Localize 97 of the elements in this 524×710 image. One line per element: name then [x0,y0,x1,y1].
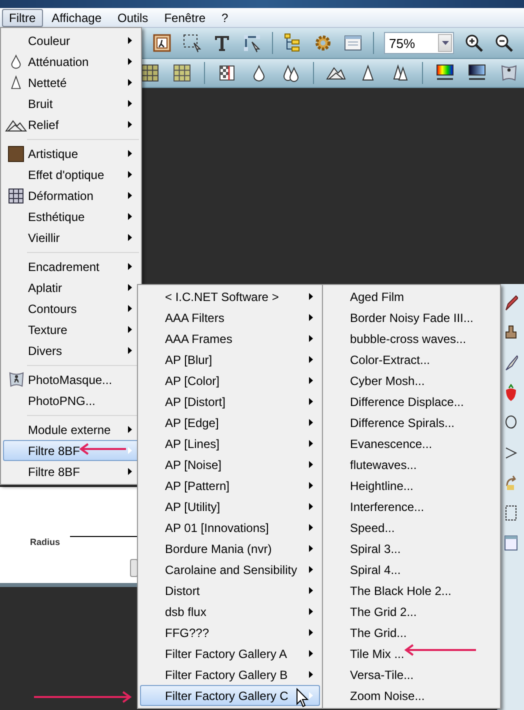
menu-item[interactable]: Cyber Mosh... [325,370,498,391]
grid-icon[interactable] [172,63,192,83]
menu-item[interactable]: Encadrement [3,256,139,277]
menu-item[interactable]: Tile Mix ... [325,643,498,664]
menu-item[interactable]: AP [Utility] [140,496,320,517]
window-icon[interactable] [343,33,363,53]
menu-item[interactable]: Spiral 4... [325,559,498,580]
menu-item[interactable]: < I.C.NET Software > [140,286,320,307]
menu-bar-item[interactable]: ? [214,8,236,26]
menu-item[interactable]: AP 01 [Innovations] [140,517,320,538]
menu-item[interactable]: Divers [3,340,139,361]
menu-item[interactable]: Aged Film [325,286,498,307]
menu-item[interactable]: Color-Extract... [325,349,498,370]
menu-item[interactable]: Filter Factory Gallery A [140,643,320,664]
menu-item[interactable]: Atténuation [3,51,139,72]
rainbow-icon[interactable] [435,63,455,83]
menu-item[interactable]: AP [Noise] [140,454,320,475]
menu-item[interactable]: Filtre 8BF [3,461,139,482]
selection-icon[interactable] [182,33,202,53]
menu-item[interactable]: Bruit [3,93,139,114]
grid-icon [8,188,24,204]
drop-icon [10,54,22,69]
menu-item[interactable]: Zoom Noise... [325,685,498,706]
menu-item[interactable]: Versa-Tile... [325,664,498,685]
menu-item[interactable]: AP [Lines] [140,433,320,454]
menu-item[interactable]: bubble-cross waves... [325,328,498,349]
menu-item[interactable]: Vieillir [3,227,139,248]
menu-item[interactable]: Interference... [325,496,498,517]
menu-item[interactable]: Difference Spirals... [325,412,498,433]
menu-item[interactable]: Texture [3,319,139,340]
menu-item[interactable]: Contours [3,298,139,319]
checker-icon[interactable] [217,63,237,83]
menu-item[interactable]: The Grid 2... [325,601,498,622]
menu-item[interactable]: Couleur [3,30,139,51]
menu-item[interactable]: Difference Displace... [325,391,498,412]
menu-item[interactable]: PhotoMasque... [3,369,139,390]
menu-bar-item[interactable]: Outils [110,8,156,26]
menu-item[interactable]: Déformation [3,185,139,206]
fruit-icon[interactable] [504,384,518,402]
brush-icon[interactable] [504,354,518,372]
dropdown-arrow-icon [442,41,448,45]
zoom-field[interactable]: 75% [384,32,454,54]
radius-label: Radius [30,537,60,547]
menu-item[interactable]: AP [Edge] [140,412,320,433]
menu-item[interactable]: Carolaine and Sensibility [140,559,320,580]
menu-item[interactable]: Relief [3,114,139,135]
menu-item[interactable]: Module externe [3,419,139,440]
triangle-icon [10,75,22,90]
text-tool-icon[interactable] [212,33,232,53]
gear-icon[interactable] [313,33,333,53]
rotate-icon[interactable] [504,474,518,492]
menu-item[interactable]: FFG??? [140,622,320,643]
menu-item[interactable]: Filter Factory Gallery B [140,664,320,685]
menu-item[interactable]: Artistique [3,143,139,164]
menu-item[interactable]: AP [Color] [140,370,320,391]
photo-frame-icon[interactable] [152,33,172,53]
annotation-arrow [78,443,128,455]
text-box-icon[interactable] [504,504,518,522]
mouse-cursor-icon [296,688,309,708]
menu-item[interactable]: Spiral 3... [325,538,498,559]
menu-item[interactable]: AP [Pattern] [140,475,320,496]
drops-icon[interactable] [281,63,301,83]
menu-item[interactable]: The Grid... [325,622,498,643]
menu-item[interactable]: Border Noisy Fade III... [325,307,498,328]
menu-bar-item[interactable]: Affichage [44,8,108,26]
mountain-icon [5,118,27,132]
menu-item[interactable]: AP [Blur] [140,349,320,370]
mask-icon [8,371,24,388]
zoom-out-icon[interactable] [494,33,514,53]
mask-icon[interactable] [499,63,519,83]
menu-item[interactable]: Bordure Mania (nvr) [140,538,320,559]
menu-bar-item[interactable]: Filtre [2,8,43,26]
zoom-in-icon[interactable] [464,33,484,53]
menu-item[interactable]: Heightline... [325,475,498,496]
node-tool-icon[interactable] [242,33,262,53]
menu-item[interactable]: Aplatir [3,277,139,298]
menu-item[interactable]: PhotoPNG... [3,390,139,411]
menu-item[interactable]: Speed... [325,517,498,538]
menu-item[interactable]: The Black Hole 2... [325,580,498,601]
menu-item[interactable]: Evanescence... [325,433,498,454]
menu-item[interactable]: AP [Distort] [140,391,320,412]
pencil-icon[interactable] [504,294,518,312]
menu-item[interactable]: Filter Factory Gallery C [140,685,320,706]
menu-item[interactable]: Netteté [3,72,139,93]
menu-item[interactable]: Distort [140,580,320,601]
grid-icon[interactable] [140,63,160,83]
menu-item[interactable]: Esthétique [3,206,139,227]
picture-icon [8,146,24,162]
menu-item[interactable]: AAA Frames [140,328,320,349]
menu-item[interactable]: Filtre 8BF [3,440,139,461]
menu-item[interactable]: flutewaves... [325,454,498,475]
gradient-icon[interactable] [467,63,487,83]
window-icon[interactable] [504,534,518,552]
menu-item[interactable]: Effet d'optique [3,164,139,185]
menu-bar-item[interactable]: Fenêtre [157,8,213,26]
menu-item[interactable]: AAA Filters [140,307,320,328]
menu-item[interactable]: dsb flux [140,601,320,622]
